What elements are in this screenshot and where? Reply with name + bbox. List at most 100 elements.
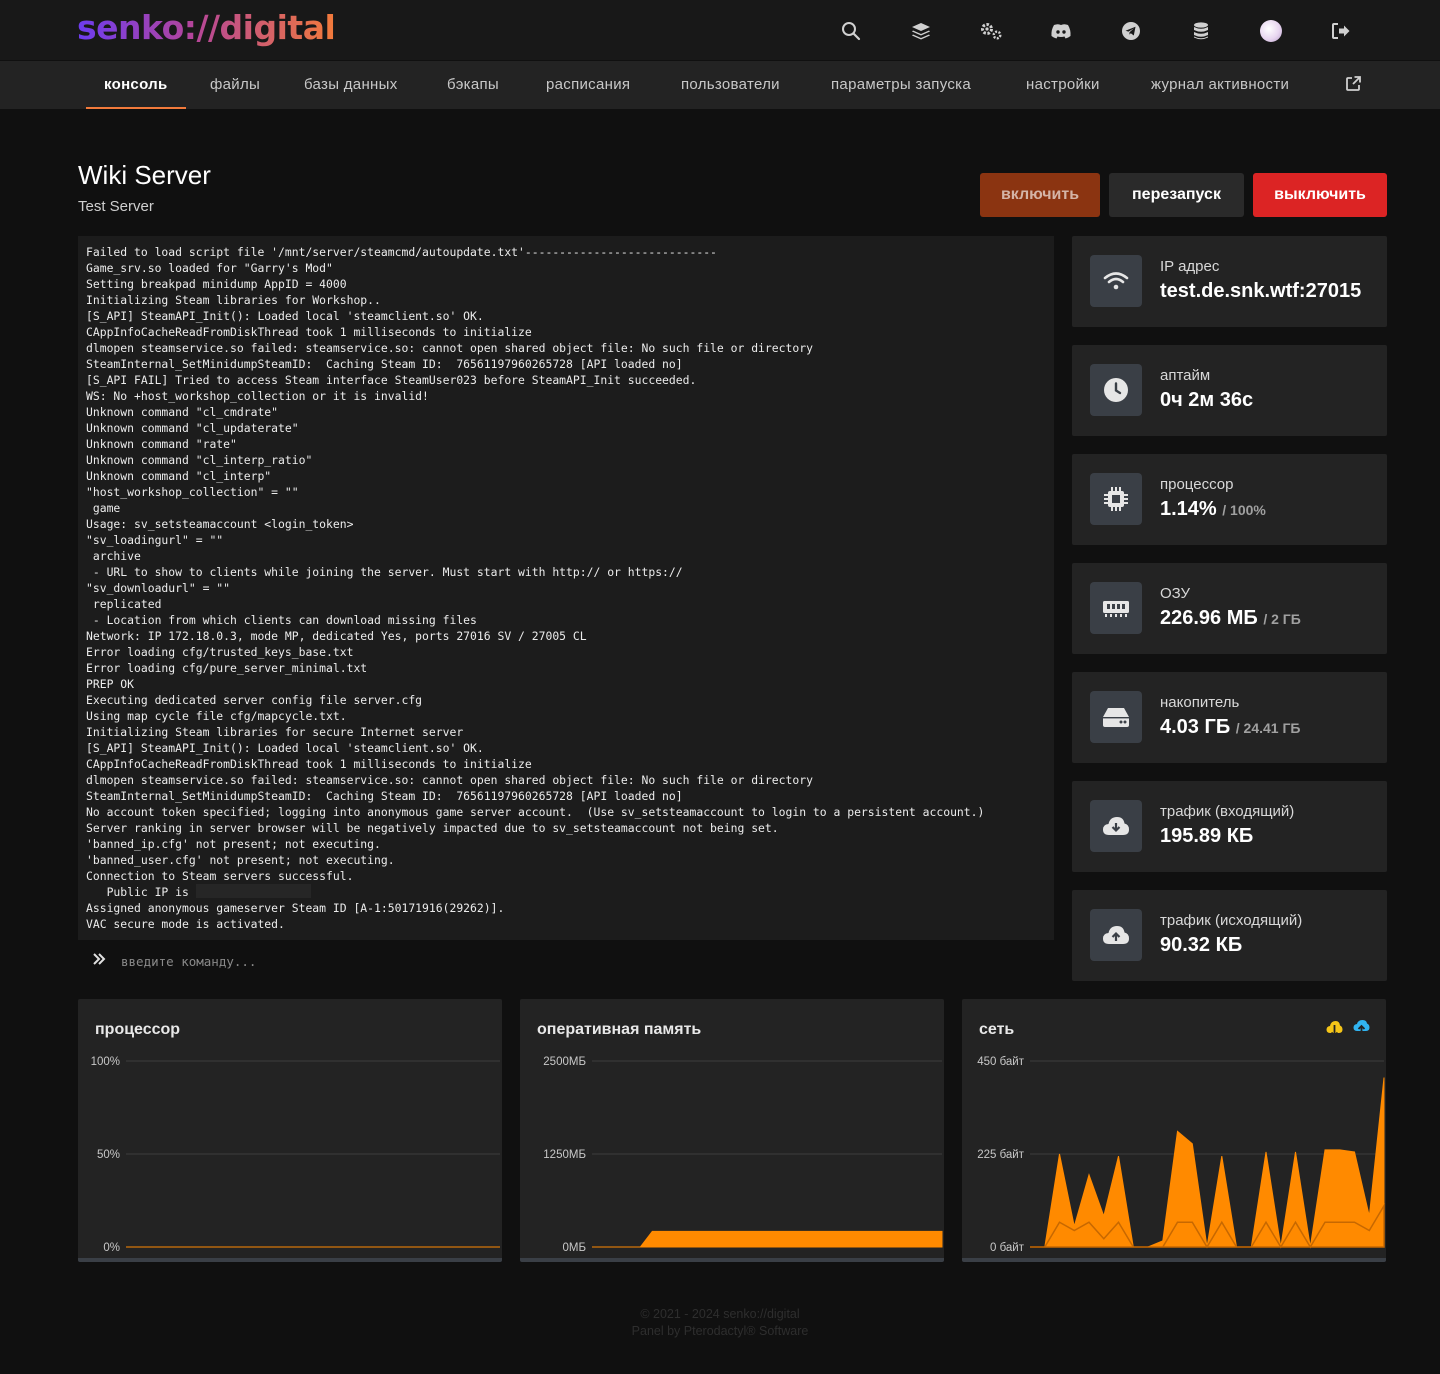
server-description: Test Server <box>78 198 154 215</box>
console-line: SteamInternal_SetMinidumpSteamID: Cachin… <box>86 789 683 803</box>
stat-label: ОЗУ <box>1160 585 1191 602</box>
y-tick-label: 450 байт <box>977 1056 1025 1068</box>
tab-backups[interactable]: бэкапы <box>447 61 499 109</box>
console-line: Unknown command "cl_interp_ratio" <box>86 453 313 467</box>
console-line: Usage: sv_setsteamaccount <login_token> <box>86 517 354 531</box>
memory-chart: 2500МБ 1250МБ 0МБ <box>543 1056 943 1254</box>
console-line: Unknown command "rate" <box>86 437 237 451</box>
console-line: "sv_downloadurl" = "" <box>86 581 231 595</box>
stat-current: 1.14% <box>1160 498 1217 520</box>
external-link-icon[interactable] <box>1345 75 1362 95</box>
hdd-icon <box>1090 691 1142 743</box>
console-line: Using map cycle file cfg/mapcycle.txt. <box>86 709 347 723</box>
start-button[interactable]: включить <box>980 173 1100 217</box>
server-tab-bar: консоль файлы базы данных бэкапы расписа… <box>0 61 1440 109</box>
database-icon[interactable] <box>1186 17 1216 45</box>
console-line: Executing dedicated server config file s… <box>86 693 423 707</box>
stat-card-ram: ОЗУ 226.96 МБ / 2 ГБ <box>1072 563 1387 654</box>
console-line: - URL to show to clients while joining t… <box>86 565 683 579</box>
console-line: 'banned_ip.cfg' not present; not executi… <box>86 837 381 851</box>
avatar[interactable] <box>1256 17 1286 45</box>
console-line: Failed to load script file '/mnt/server/… <box>86 245 717 259</box>
stat-value: 90.32 КБ <box>1160 934 1243 956</box>
console-line: Assigned anonymous gameserver Steam ID [… <box>86 901 505 915</box>
footer-credit[interactable]: Panel by Pterodactyl® Software <box>0 1324 1440 1338</box>
stat-label: трафик (входящий) <box>1160 803 1295 820</box>
console-line: Initializing Steam libraries for Worksho… <box>86 293 381 307</box>
console-line: dlmopen steamservice.so failed: steamser… <box>86 773 813 787</box>
top-navbar: senko://digital <box>0 0 1440 60</box>
console-line: VAC secure mode is activated. <box>86 917 285 931</box>
console-line: [S_API] SteamAPI_Init(): Loaded local 's… <box>86 309 484 323</box>
network-chart-panel: сеть 450 байт 225 байт 0 байт <box>962 999 1386 1262</box>
tab-files[interactable]: файлы <box>210 61 260 109</box>
stat-value: 226.96 МБ / 2 ГБ <box>1160 607 1301 630</box>
console-line: Unknown command "cl_cmdrate" <box>86 405 279 419</box>
y-tick-label: 1250МБ <box>543 1149 586 1161</box>
stop-button[interactable]: выключить <box>1253 173 1387 217</box>
console-output[interactable]: Failed to load script file '/mnt/server/… <box>78 236 1054 940</box>
tab-console[interactable]: консоль <box>86 61 185 109</box>
stat-card-inbound: трафик (входящий) 195.89 КБ <box>1072 781 1387 872</box>
server-name: Wiki Server <box>78 160 211 190</box>
console-line: game <box>86 501 121 515</box>
tab-startup[interactable]: параметры запуска <box>831 61 971 109</box>
discord-icon[interactable] <box>1046 17 1076 45</box>
console-line: archive <box>86 549 141 563</box>
console-line: Unknown command "cl_interp" <box>86 469 272 483</box>
y-tick-label: 0 байт <box>990 1242 1025 1254</box>
console-line: Error loading cfg/pure_server_minimal.tx… <box>86 661 368 675</box>
console-line: Network: IP 172.18.0.3, mode MP, dedicat… <box>86 629 587 643</box>
command-input[interactable] <box>121 953 921 969</box>
cogs-icon[interactable] <box>976 17 1006 45</box>
memory-chart-panel: оперативная память 2500МБ 1250МБ 0МБ <box>520 999 944 1262</box>
tab-schedules[interactable]: расписания <box>546 61 630 109</box>
chevrons-right-icon <box>92 952 108 971</box>
telegram-icon[interactable] <box>1116 17 1146 45</box>
tab-databases[interactable]: базы данных <box>304 61 398 109</box>
cloud-upload-icon <box>1090 909 1142 961</box>
tab-settings[interactable]: настройки <box>1026 61 1100 109</box>
layers-icon[interactable] <box>906 17 936 45</box>
stat-max: / 100% <box>1222 502 1266 518</box>
tab-activity[interactable]: журнал активности <box>1151 61 1289 109</box>
cpu-chart: 100% 50% 0% <box>91 1056 500 1254</box>
stat-value: 1.14% / 100% <box>1160 498 1266 521</box>
console-line: Game_srv.so loaded for "Garry's Mod" <box>86 261 333 275</box>
header-icon-bar <box>836 17 1356 45</box>
network-chart: 450 байт 225 байт 0 байт <box>977 1056 1385 1254</box>
stat-max: / 24.41 ГБ <box>1235 720 1301 736</box>
search-icon[interactable] <box>836 17 866 45</box>
stat-label: трафик (исходящий) <box>1160 912 1303 929</box>
y-tick-label: 0% <box>103 1242 120 1254</box>
console-line: Unknown command "cl_updaterate" <box>86 421 299 435</box>
stat-current: 226.96 МБ <box>1160 607 1258 629</box>
brand-logo[interactable]: senko://digital <box>77 8 336 47</box>
y-tick-label: 225 байт <box>977 1149 1025 1161</box>
console-line: CAppInfoCacheReadFromDiskThread took 1 m… <box>86 757 532 771</box>
y-tick-label: 2500МБ <box>543 1056 586 1068</box>
restart-button[interactable]: перезапуск <box>1109 173 1244 217</box>
clock-icon <box>1090 364 1142 416</box>
y-tick-label: 0МБ <box>562 1242 586 1254</box>
command-bar <box>78 944 1054 978</box>
memory-icon <box>1090 582 1142 634</box>
cloud-download-icon <box>1090 800 1142 852</box>
console-line: WS: No +host_workshop_collection or it i… <box>86 389 429 403</box>
wifi-icon <box>1090 255 1142 307</box>
stat-max: / 2 ГБ <box>1263 611 1301 627</box>
stat-current: 4.03 ГБ <box>1160 716 1231 738</box>
console-line: "sv_loadingurl" = "" <box>86 533 224 547</box>
stat-value[interactable]: test.de.snk.wtf:27015 <box>1160 280 1361 303</box>
masked-ip <box>195 884 311 898</box>
stat-card-disk: накопитель 4.03 ГБ / 24.41 ГБ <box>1072 672 1387 763</box>
console-line: Error loading cfg/trusted_keys_base.txt <box>86 645 354 659</box>
stat-label: аптайм <box>1160 367 1211 384</box>
tab-users[interactable]: пользователи <box>681 61 780 109</box>
y-tick-label: 50% <box>97 1149 120 1161</box>
stat-card-uptime: аптайм 0ч 2м 36с <box>1072 345 1387 436</box>
logout-icon[interactable] <box>1326 17 1356 45</box>
cpu-icon <box>1090 473 1142 525</box>
console-line: Initializing Steam libraries for secure … <box>86 725 464 739</box>
console-line: Public IP is <box>86 884 1054 900</box>
